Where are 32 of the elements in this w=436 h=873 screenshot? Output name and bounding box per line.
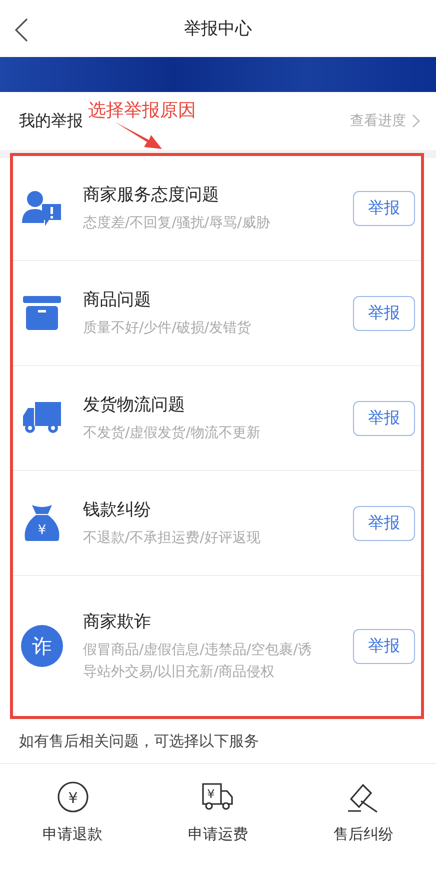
report-button[interactable]: 举报 (353, 400, 415, 436)
annotation-text: 选择举报原因 (88, 99, 196, 122)
service-button[interactable]: ¥ 申请运费 (158, 780, 278, 845)
back-icon[interactable] (14, 18, 28, 42)
category-title: 商家欺诈 (83, 610, 152, 632)
my-reports-label: 我的举报 (19, 110, 83, 132)
service-button[interactable]: ¥ 申请退款 (12, 780, 133, 845)
category-title: 商家服务态度问题 (83, 184, 220, 206)
annotation-arrow (115, 120, 163, 150)
view-progress-link[interactable]: 查看进度 (350, 112, 420, 130)
box-icon (23, 296, 61, 330)
gavel-icon (347, 781, 380, 813)
category-title: 商品问题 (83, 288, 152, 310)
report-button[interactable]: 举报 (353, 506, 415, 540)
truck-icon (23, 402, 61, 434)
category-detail: 质量不好/少件/破损/发错货 (83, 318, 252, 338)
category-title: 发货物流问题 (83, 394, 186, 416)
category-title: 钱款纠纷 (83, 498, 152, 520)
category-detail: 不发货/虚假发货/物流不更新 (83, 424, 262, 442)
category-detail: 不退款/不承担运费/好评返现 (83, 528, 262, 548)
fraud-icon: 诈 (21, 625, 63, 667)
services-hint: 如有售后相关问题，可选择以下服务 (0, 719, 436, 764)
chevron-right-icon (412, 114, 420, 128)
page-title: 举报中心 (184, 18, 252, 40)
category-detail: 态度差/不回复/骚扰/辱骂/威胁 (83, 214, 271, 232)
yen-coin-icon: ¥ (56, 781, 89, 813)
report-button[interactable]: 举报 (353, 628, 415, 664)
user-alert-icon (22, 189, 62, 227)
service-button[interactable]: 售后纠纷 (303, 780, 424, 845)
category-detail: 假冒商品/虚假信息/违禁品/空包裹/诱导站外交易/以旧充新/商品侵权 (83, 640, 313, 682)
report-button[interactable]: 举报 (353, 190, 415, 226)
report-button[interactable]: 举报 (353, 296, 415, 330)
